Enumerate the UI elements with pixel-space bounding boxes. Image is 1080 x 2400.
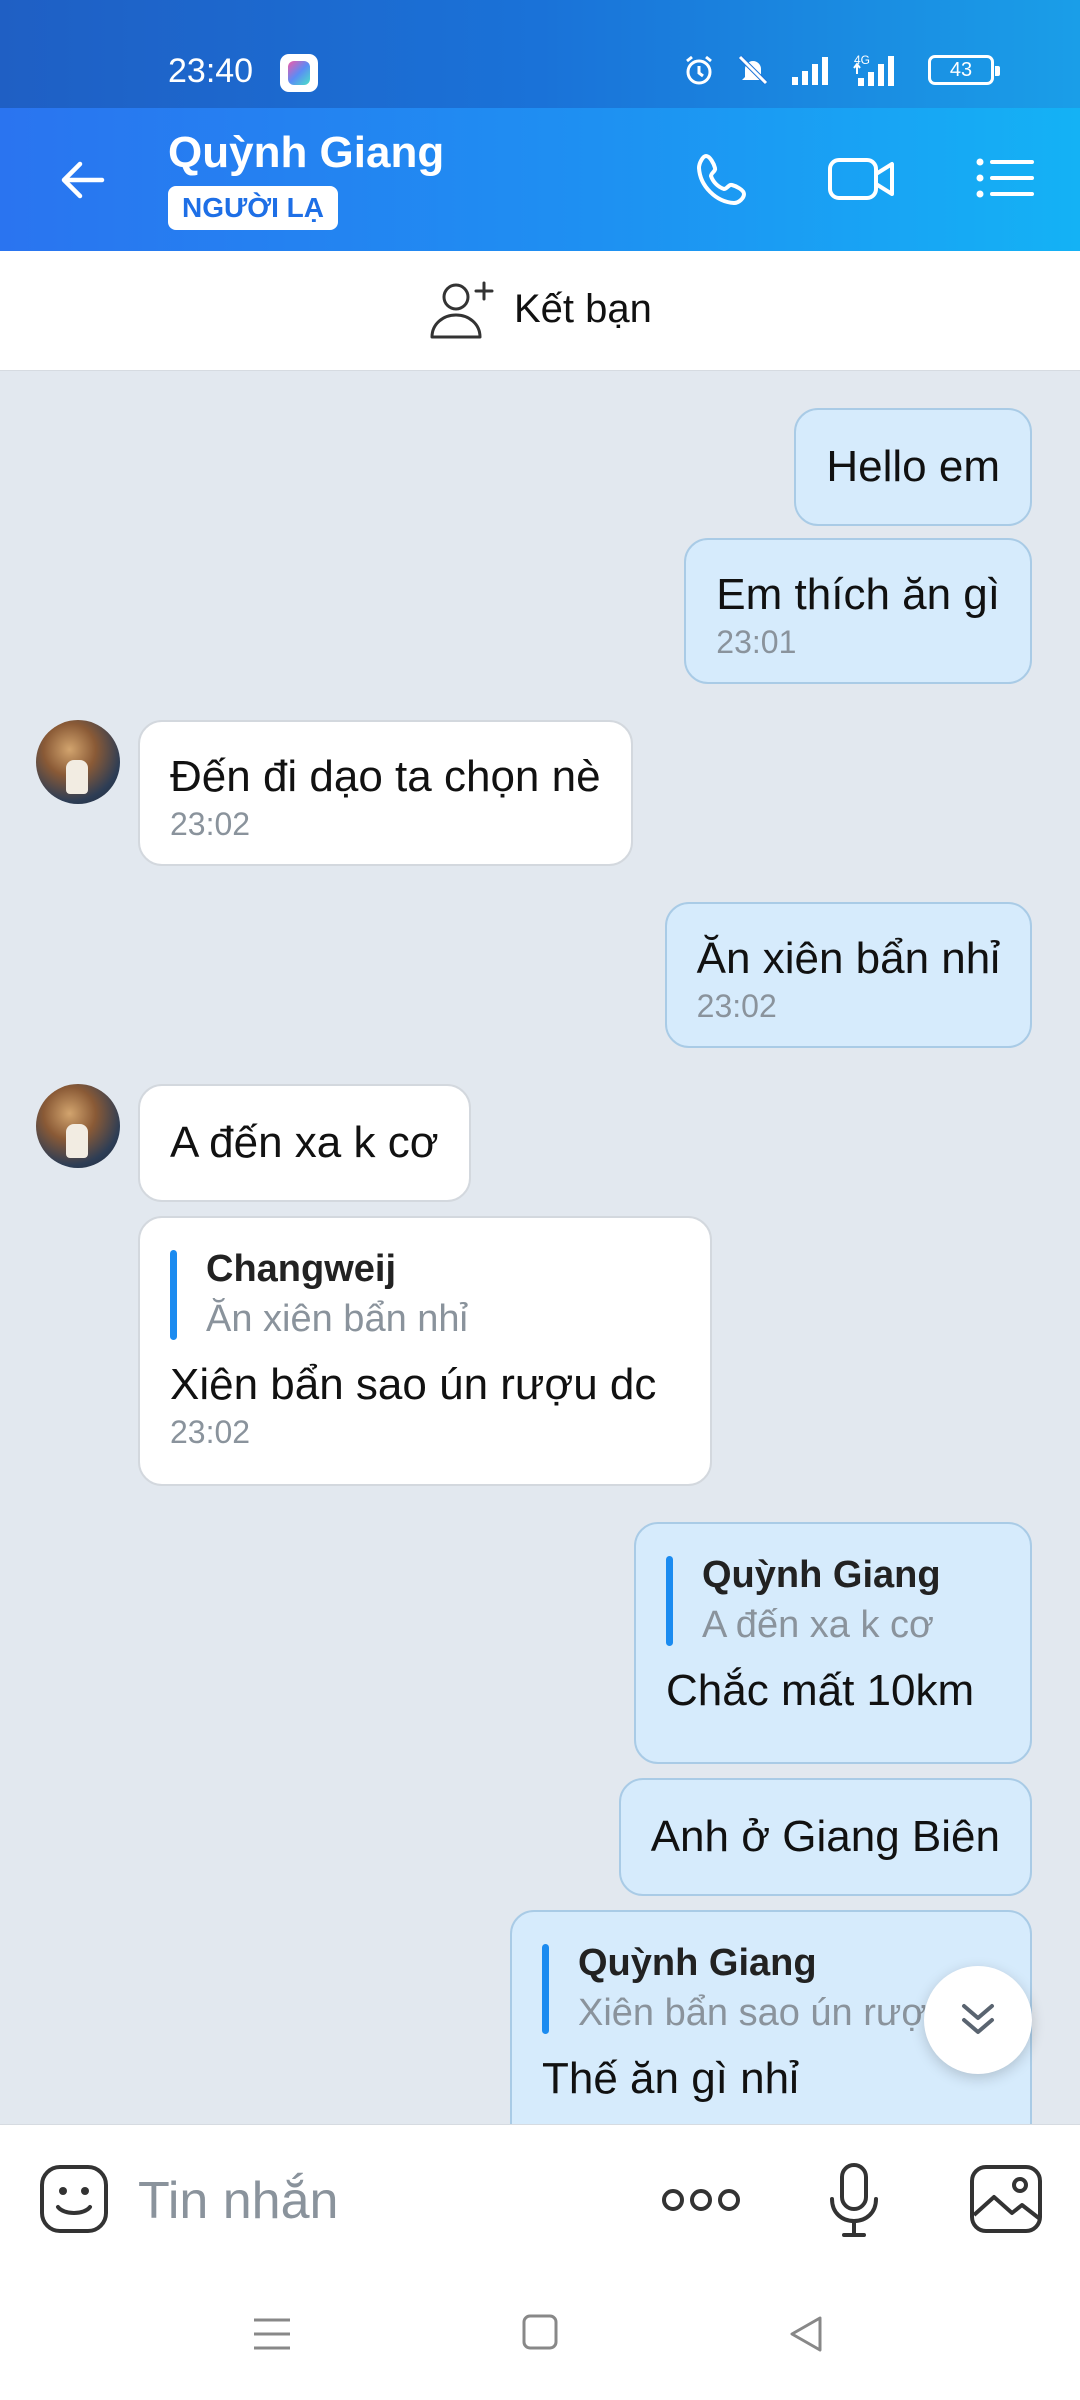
add-person-icon — [430, 281, 494, 339]
quote-text: A đến xa k cơ — [702, 1604, 934, 1646]
alarm-icon — [686, 55, 712, 85]
message-text: Xiên bẩn sao ún rượu dc — [170, 1360, 657, 1409]
quote-author: Quỳnh Giang — [578, 1942, 817, 1984]
chevron-double-down-icon — [962, 2004, 994, 2034]
contact-avatar[interactable] — [36, 1084, 120, 1168]
add-friend-bar[interactable]: Kết bạn — [0, 251, 1080, 371]
message-bubble-outgoing[interactable]: Em thích ăn gì 23:01 — [684, 538, 1032, 684]
quote-author: Changweij — [206, 1248, 397, 1290]
message-text: A đến xa k cơ — [170, 1118, 439, 1167]
message-text: Ăn xiên bẩn nhỉ — [696, 934, 1000, 983]
message-bubble-outgoing[interactable]: Ăn xiên bẩn nhỉ 23:02 — [664, 902, 1032, 1048]
status-bar: 23:40 4G 43 — [0, 0, 1080, 108]
signal-4g-icon: 4G — [853, 53, 894, 86]
phone-icon[interactable] — [688, 146, 760, 210]
video-icon[interactable] — [826, 146, 898, 210]
system-back-icon[interactable] — [784, 2312, 828, 2356]
microphone-icon[interactable] — [826, 2161, 882, 2241]
home-icon[interactable] — [520, 2312, 560, 2352]
contact-avatar[interactable] — [36, 720, 120, 804]
quote-author: Quỳnh Giang — [702, 1554, 941, 1596]
message-list[interactable]: Hello em Em thích ăn gì 23:01 Đến đi dạo… — [0, 372, 1080, 2124]
quote-text: Ăn xiên bẩn nhỉ — [206, 1298, 468, 1340]
status-indicators: 4G 43 — [682, 52, 1000, 88]
emoji-icon[interactable] — [36, 2161, 112, 2237]
more-dots-icon[interactable] — [660, 2185, 742, 2215]
message-bubble-outgoing-reply[interactable]: Quỳnh Giang A đến xa k cơ Chắc mất 10km — [634, 1522, 1032, 1764]
status-time: 23:40 — [168, 52, 254, 90]
stranger-badge: NGƯỜI LẠ — [168, 186, 338, 230]
message-bubble-outgoing[interactable]: Anh ở Giang Biên — [618, 1778, 1032, 1896]
message-bubble-incoming-reply[interactable]: Changweij Ăn xiên bẩn nhỉ Xiên bẩn sao ú… — [138, 1216, 712, 1486]
battery-indicator: 43 — [928, 55, 1000, 85]
message-text: Đến đi dạo ta chọn nè — [170, 752, 601, 801]
message-text: Thế ăn gì nhỉ — [542, 2054, 799, 2103]
recent-apps-icon[interactable] — [250, 2312, 294, 2356]
chat-header: Quỳnh Giang NGƯỜI LẠ — [0, 108, 1080, 251]
message-time: 23:02 — [170, 806, 251, 842]
signal-icon — [792, 57, 828, 85]
add-friend-button[interactable]: Kết bạn — [428, 277, 652, 341]
back-arrow-icon[interactable] — [52, 148, 116, 212]
message-text: Chắc mất 10km — [666, 1666, 975, 1715]
add-friend-label: Kết bạn — [514, 286, 652, 331]
list-menu-icon[interactable] — [972, 146, 1044, 210]
message-input[interactable]: Tin nhắn — [138, 2171, 338, 2231]
message-input-bar: Tin nhắn — [0, 2124, 1080, 2274]
message-bubble-incoming[interactable]: A đến xa k cơ — [138, 1084, 471, 1202]
message-time: 23:02 — [696, 988, 777, 1024]
quoted-message[interactable]: Quỳnh Giang A đến xa k cơ — [666, 1550, 1000, 1650]
message-time: 23:01 — [716, 624, 797, 660]
message-bubble-incoming[interactable]: Đến đi dạo ta chọn nè 23:02 — [138, 720, 633, 866]
message-time: 23:02 — [170, 1414, 251, 1450]
mute-icon — [738, 55, 768, 85]
message-text: Em thích ăn gì — [716, 570, 1000, 619]
contact-name[interactable]: Quỳnh Giang — [168, 128, 444, 178]
message-text: Anh ở Giang Biên — [650, 1812, 1000, 1861]
app-notification-icon — [280, 54, 318, 92]
system-navigation-bar — [0, 2274, 1080, 2400]
image-icon[interactable] — [968, 2161, 1044, 2237]
message-text: Hello em — [826, 442, 1000, 491]
scroll-to-bottom-button[interactable] — [924, 1966, 1032, 2074]
message-bubble-outgoing[interactable]: Hello em — [794, 408, 1032, 526]
quoted-message[interactable]: Changweij Ăn xiên bẩn nhỉ — [170, 1244, 680, 1344]
